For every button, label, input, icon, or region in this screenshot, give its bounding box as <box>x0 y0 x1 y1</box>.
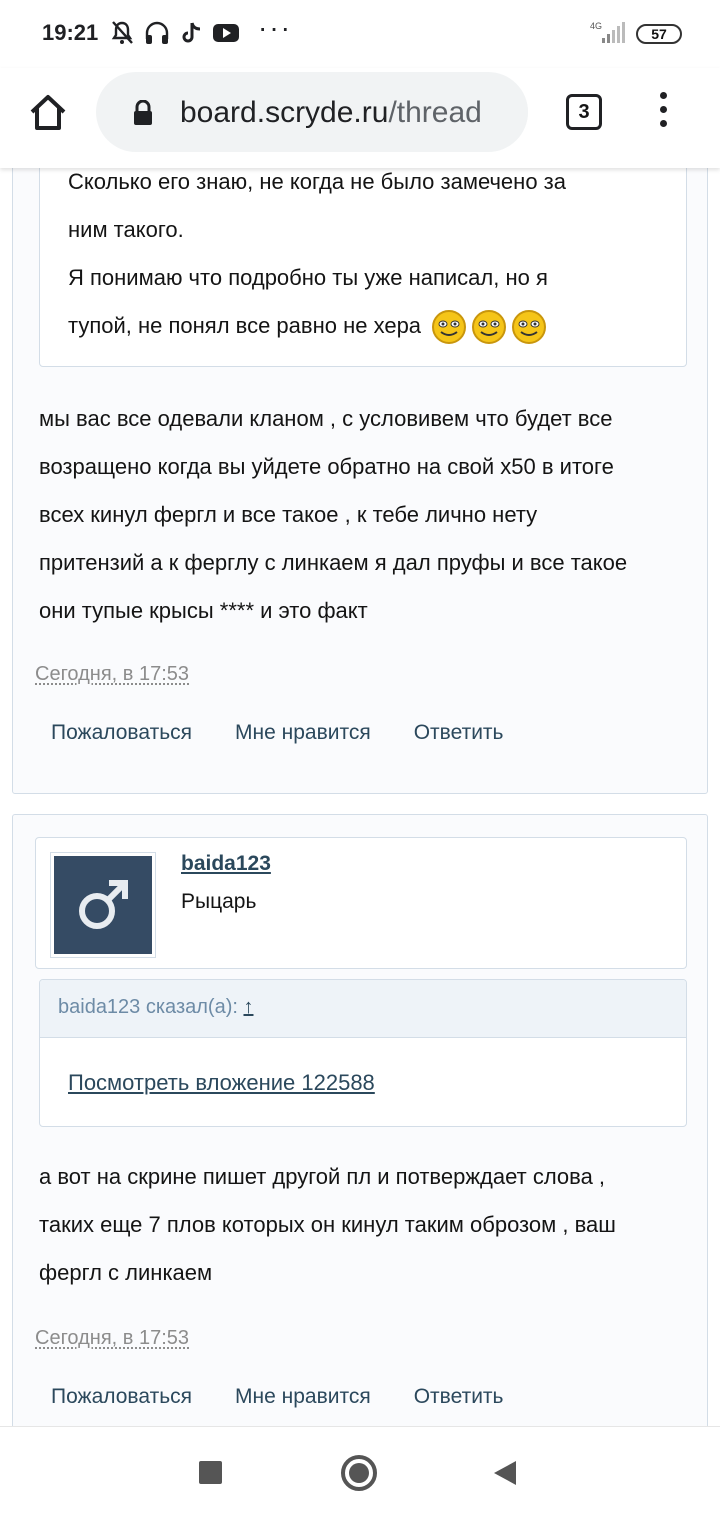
home-icon <box>30 95 66 130</box>
url-text: board.scryde.ru/thread <box>180 96 482 130</box>
headphones-icon <box>145 21 169 44</box>
post-body-line: возращено когда вы уйдете обратно на сво… <box>39 454 614 479</box>
male-symbol-icon <box>79 880 128 929</box>
recents-button[interactable] <box>199 1461 222 1484</box>
thread-content: Сколько его знаю, не когда не было замеч… <box>0 168 720 1426</box>
post-body-line: таких еще 7 плов которых он кинул таким … <box>39 1212 616 1237</box>
quote-line: ним такого. <box>68 217 184 242</box>
report-button[interactable]: Пожаловаться <box>51 721 192 745</box>
report-button[interactable]: Пожаловаться <box>51 1385 192 1409</box>
post-body-line: притензий а к ферглу с линкаем я дал пру… <box>39 550 628 575</box>
post-body-line: они тупые крысы **** и это факт <box>39 598 368 623</box>
avatar[interactable] <box>50 852 156 958</box>
system-navigation-bar <box>0 1426 720 1520</box>
more-notifications-icon: ··· <box>258 12 292 43</box>
lock-icon <box>134 100 152 125</box>
quote-line: Я понимаю что подробно ты уже написал, н… <box>68 265 548 290</box>
post-body-line: всех кинул фергл и все такое , к тебе ли… <box>39 502 538 527</box>
quote-line-with-smileys: тупой, не понял все равно не хера <box>68 302 547 350</box>
post-actions: Пожаловаться Мне нравится Ответить <box>51 1385 503 1409</box>
quote-line: тупой, не понял все равно не хера <box>68 313 422 338</box>
quote-jump-link[interactable]: ↑ <box>243 996 253 1018</box>
status-bar: 19:21 ··· 4G 57 <box>0 0 720 68</box>
post-body-line: мы вас все одевали кланом , с условивем … <box>39 406 613 431</box>
network-label: 4G <box>590 21 602 31</box>
tab-switcher-button[interactable]: 3 <box>566 94 602 130</box>
user-title: Рыцарь <box>181 890 257 913</box>
url-path: /thread <box>388 96 482 129</box>
smiley-icon <box>472 310 507 345</box>
quote-header: baida123 сказал(а): ↑ <box>40 980 686 1038</box>
browser-toolbar: board.scryde.ru/thread 3 <box>0 68 720 168</box>
post: baida123 Рыцарь baida123 сказал(а): ↑ По… <box>12 814 708 1426</box>
back-button[interactable] <box>494 1461 516 1485</box>
battery-indicator: 57 <box>636 24 682 44</box>
post-body-line: а вот на скрине пишет другой пл и потвер… <box>39 1164 606 1189</box>
attachment-link[interactable]: Посмотреть вложение 122588 <box>68 1070 375 1096</box>
status-time: 19:21 <box>42 20 99 45</box>
post-body-line: фергл с линкаем <box>39 1260 213 1285</box>
reply-button[interactable]: Ответить <box>414 721 504 745</box>
smiley-icon <box>432 310 467 345</box>
post: Сколько его знаю, не когда не было замеч… <box>12 168 708 794</box>
post-date[interactable]: Сегодня, в 17:53 <box>35 1327 189 1350</box>
like-button[interactable]: Мне нравится <box>235 1385 371 1409</box>
post-date[interactable]: Сегодня, в 17:53 <box>35 663 189 686</box>
reply-button[interactable]: Ответить <box>414 1385 504 1409</box>
like-button[interactable]: Мне нравится <box>235 721 371 745</box>
quote-block: baida123 сказал(а): ↑ Посмотреть вложени… <box>39 979 687 1127</box>
quote-line: Сколько его знаю, не когда не было замеч… <box>68 169 566 194</box>
home-nav-button[interactable] <box>341 1455 377 1491</box>
url-fade <box>488 72 528 152</box>
url-domain: board.scryde.ru <box>180 96 389 129</box>
mute-bell-icon <box>111 21 133 44</box>
youtube-icon <box>213 24 239 42</box>
more-vert-icon[interactable] <box>656 92 670 134</box>
home-button[interactable] <box>26 90 70 134</box>
url-bar[interactable]: board.scryde.ru/thread <box>96 72 528 152</box>
post-actions: Пожаловаться Мне нравится Ответить <box>51 721 503 745</box>
tiktok-icon <box>182 22 201 43</box>
signal-icon: 4G <box>588 20 628 49</box>
quote-block: Сколько его знаю, не когда не было замеч… <box>39 168 687 367</box>
quote-author: baida123 сказал(а): <box>58 996 238 1018</box>
username-link[interactable]: baida123 <box>181 852 271 876</box>
smiley-icon <box>512 310 547 345</box>
status-notification-icons <box>110 20 240 46</box>
user-card: baida123 Рыцарь <box>35 837 687 969</box>
